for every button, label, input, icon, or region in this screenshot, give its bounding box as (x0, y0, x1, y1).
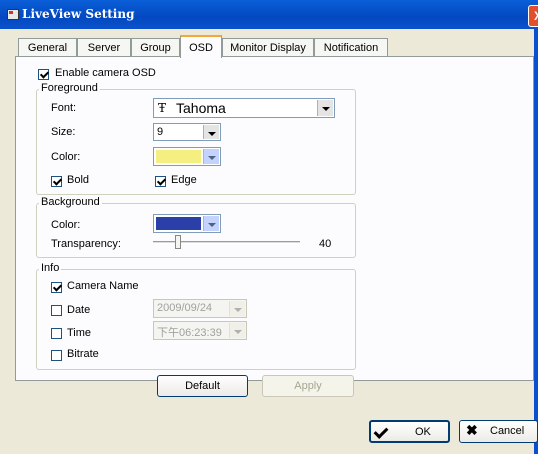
chevron-down-icon (229, 301, 245, 316)
date-value: 2009/09/24 (157, 302, 213, 314)
enable-osd-checkbox[interactable] (38, 69, 49, 80)
foreground-title: Foreground (39, 82, 100, 94)
chevron-down-icon (317, 100, 333, 116)
font-label: Font: (51, 102, 77, 114)
window-border (534, 29, 538, 454)
size-select[interactable]: 9 (153, 123, 221, 141)
bg-color-swatch (156, 217, 201, 230)
date-checkbox[interactable] (51, 305, 62, 316)
font-select[interactable]: Ŧ Tahoma (153, 98, 335, 118)
background-title: Background (39, 196, 102, 208)
chevron-down-icon (229, 323, 245, 338)
truetype-font-icon: Ŧ (158, 101, 167, 115)
close-button[interactable]: X (528, 5, 538, 27)
transparency-value: 40 (319, 238, 332, 250)
time-checkbox[interactable] (51, 328, 62, 339)
info-title: Info (39, 262, 62, 274)
time-format-select[interactable]: 下午06:23:39 (153, 321, 247, 340)
apply-button[interactable]: Apply (262, 375, 354, 397)
transparency-label: Transparency: (51, 238, 121, 250)
x-icon: ✖ (466, 422, 478, 438)
font-value: Tahoma (176, 100, 226, 116)
tab-osd[interactable]: OSD (180, 35, 222, 58)
edge-label: Edge (171, 174, 197, 186)
enable-osd-label: Enable camera OSD (55, 67, 156, 79)
size-label: Size: (51, 126, 76, 138)
bg-color-picker[interactable] (153, 214, 221, 233)
chevron-down-icon (203, 216, 219, 231)
fg-color-picker[interactable] (153, 147, 221, 166)
app-window-icon (7, 9, 19, 20)
cancel-label: Cancel (490, 425, 525, 437)
default-button[interactable]: Default (157, 375, 248, 397)
fg-color-label: Color: (51, 151, 81, 163)
edge-checkbox[interactable] (155, 176, 166, 187)
ok-button[interactable]: OK (369, 420, 450, 443)
camera-name-checkbox[interactable] (51, 282, 62, 293)
bitrate-label: Bitrate (67, 348, 99, 360)
size-value: 9 (157, 126, 164, 138)
date-format-select[interactable]: 2009/09/24 (153, 299, 247, 318)
window-title: LiveView Setting (22, 7, 135, 21)
checkmark-icon (373, 424, 389, 439)
title-bar: LiveView Setting X (0, 0, 538, 29)
time-label: Time (67, 327, 92, 339)
date-label: Date (67, 304, 91, 316)
ok-label: OK (415, 426, 431, 438)
tab-monitor-display[interactable]: Monitor Display (222, 38, 314, 57)
tab-group[interactable]: Group (131, 38, 180, 57)
chevron-down-icon (203, 125, 219, 139)
cancel-button[interactable]: ✖ Cancel (459, 420, 538, 443)
bitrate-checkbox[interactable] (51, 350, 62, 361)
bg-color-label: Color: (51, 219, 81, 231)
transparency-slider-thumb[interactable] (175, 235, 181, 249)
time-value: 下午06:23:39 (157, 327, 222, 339)
chevron-down-icon (203, 149, 219, 164)
tab-server[interactable]: Server (77, 38, 131, 57)
fg-color-swatch (156, 150, 201, 163)
camera-name-label: Camera Name (67, 280, 139, 292)
tab-notification[interactable]: Notification (314, 38, 388, 57)
bold-label: Bold (67, 174, 90, 186)
bold-checkbox[interactable] (51, 176, 62, 187)
tab-general[interactable]: General (18, 38, 77, 57)
